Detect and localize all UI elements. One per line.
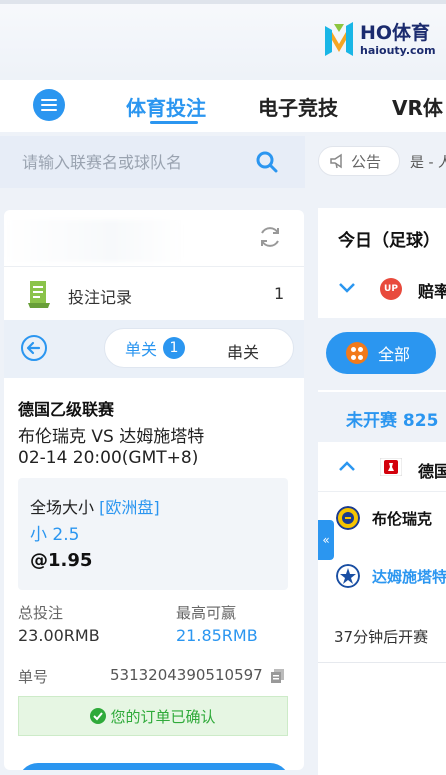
- selection-odds: @1.95: [30, 550, 93, 571]
- search-icon[interactable]: [256, 151, 278, 173]
- home-team-row[interactable]: 布伦瑞克: [318, 500, 446, 540]
- megaphone-icon: [330, 153, 342, 169]
- max-win-label: 最高可赢: [176, 604, 237, 622]
- mode-parlay-tab[interactable]: 串关: [227, 339, 259, 363]
- copy-icon[interactable]: [270, 668, 286, 684]
- bet-mode-bar: 单关 1 串关: [4, 320, 304, 378]
- main-nav: 体育投注 电子竞技 VR体: [0, 80, 446, 132]
- selection-pick: 小 2.5: [30, 525, 80, 545]
- league-header-row[interactable]: 德国: [318, 444, 446, 492]
- username-blurred: [4, 220, 184, 262]
- bet-ticket: 德国乙级联赛 布伦瑞克 VS 达姆施塔特 02-14 20:00(GMT+8) …: [8, 382, 300, 740]
- logo-name: HO体育: [360, 22, 431, 44]
- ticket-kickoff: 02-14 20:00(GMT+8): [18, 448, 199, 468]
- league-name: 德国: [418, 462, 446, 481]
- menu-icon: [41, 99, 57, 111]
- away-team-row[interactable]: 达姆施塔特: [318, 558, 446, 598]
- search-bar: [0, 136, 305, 188]
- max-win-value: 21.85RMB: [176, 626, 258, 645]
- ticket-league: 德国乙级联赛: [18, 400, 115, 419]
- odds-up-badge: UP: [380, 278, 402, 300]
- menu-button[interactable]: [33, 89, 65, 121]
- market-line: 全场大小 [欧洲盘]: [30, 494, 160, 518]
- braunschweig-crest-icon: [336, 506, 360, 530]
- refresh-icon[interactable]: [257, 224, 283, 250]
- upcoming-count[interactable]: 未开赛 825: [346, 406, 438, 431]
- order-number-label: 单号: [18, 668, 49, 686]
- order-confirmed-text: 您的订单已确认: [110, 707, 216, 726]
- bet-record-label: 投注记录: [68, 288, 133, 307]
- filter-all-label: 全部: [378, 345, 411, 364]
- market-tag: [欧洲盘]: [99, 498, 160, 517]
- tab-sports[interactable]: 体育投注: [126, 92, 206, 121]
- selection-box: 全场大小 [欧洲盘] 小 2.5 @1.95: [18, 478, 288, 590]
- top-divider: [0, 0, 446, 4]
- bundesliga-flag-icon: [380, 458, 402, 476]
- announcement-label: 公告: [351, 152, 382, 171]
- odds-type-label[interactable]: 赔率: [418, 278, 446, 302]
- bet-slip-action-button[interactable]: [18, 763, 290, 770]
- chevron-down-icon[interactable]: [338, 282, 356, 294]
- chevron-up-icon[interactable]: [338, 460, 356, 472]
- logo-url: haiouty.com: [360, 44, 436, 57]
- announcement-button[interactable]: 公告: [318, 146, 400, 176]
- market-name: 全场大小: [30, 498, 95, 517]
- tab-vr[interactable]: VR体: [392, 92, 443, 121]
- order-confirmed-banner: 您的订单已确认: [18, 696, 288, 736]
- announcement-marquee: 是 - 人: [410, 155, 446, 171]
- match-divider: [318, 662, 446, 663]
- bet-record-count: 1: [274, 284, 285, 303]
- stake-label: 总投注: [18, 604, 64, 622]
- check-circle-icon: [90, 708, 107, 724]
- today-football-title: 今日（足球）: [338, 231, 440, 251]
- home-team-name: 布伦瑞克: [372, 510, 433, 528]
- mode-single-tab[interactable]: 单关 1: [109, 332, 201, 364]
- sport-filter-strip: 全部: [318, 318, 446, 390]
- mode-single-count-badge: 1: [163, 337, 185, 359]
- match-start-countdown: 37分钟后开赛: [334, 628, 429, 646]
- grid-icon: [346, 342, 368, 364]
- collapse-panel-button[interactable]: «: [318, 520, 334, 560]
- match-list-panel: 今日（足球） UP 赔率 全部 未开赛 825 德国 布伦瑞克 达姆施塔特 37…: [318, 208, 446, 775]
- receipt-icon: [28, 281, 50, 308]
- darmstadt-crest-icon: [336, 564, 360, 588]
- search-input[interactable]: [22, 149, 252, 175]
- mode-single-label: 单关: [124, 340, 157, 359]
- stake-value: 23.00RMB: [18, 626, 100, 645]
- brand-logo[interactable]: HO体育 haiouty.com: [322, 20, 436, 60]
- ticket-teams: 布伦瑞克 VS 达姆施塔特: [18, 427, 205, 447]
- tab-esports[interactable]: 电子竞技: [258, 92, 338, 121]
- bet-slip-panel: 投注记录 1 单关 1 串关 德国乙级联赛 布伦瑞克 VS 达姆施塔特 02-1…: [4, 210, 304, 770]
- back-arrow-icon[interactable]: [20, 334, 48, 362]
- order-number: 5313204390510597: [110, 666, 263, 684]
- bet-record-row[interactable]: 投注记录 1: [4, 266, 304, 320]
- logo-mark-icon: [325, 22, 353, 56]
- app-header: HO体育 haiouty.com: [0, 0, 446, 78]
- filter-all-button[interactable]: 全部: [326, 332, 436, 374]
- away-team-name: 达姆施塔特: [372, 568, 446, 586]
- active-tab-indicator: [150, 121, 198, 124]
- bet-mode-toggle: 单关 1 串关: [104, 328, 294, 368]
